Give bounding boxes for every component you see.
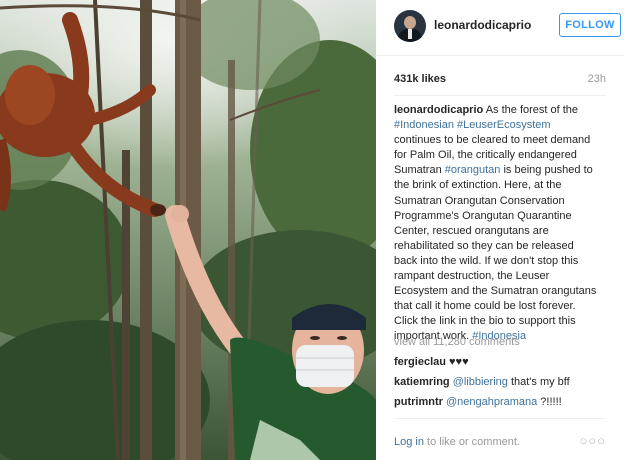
caption-line: continues to be cleared to meet demand — [394, 134, 591, 147]
comment: katiemring @libbiering that's my bff — [394, 376, 570, 388]
post-caption: leonardodicaprio As the forest of the #I… — [394, 103, 606, 345]
hashtag-link[interactable]: #LeuserEcosystem — [457, 119, 551, 131]
likes-count[interactable]: 431k likes — [394, 73, 446, 85]
caption-line: Programme's Orangutan Quarantine — [394, 209, 572, 222]
comment-username[interactable]: putrimntr — [394, 396, 443, 408]
comment-mention[interactable]: @libbiering — [453, 376, 508, 388]
caption-line: back into the wild. If we don't stop thi… — [394, 254, 579, 267]
more-options-icon[interactable]: ○○○ — [579, 433, 606, 448]
comment-username[interactable]: fergieclau — [394, 356, 446, 368]
post-header: leonardodicaprio FOLLOW — [376, 0, 624, 56]
comment: putrimntr @nengahpramana ?!!!!! — [394, 396, 562, 408]
profile-username[interactable]: leonardodicaprio — [434, 18, 531, 32]
caption-line: #Indonesian #LeuserEcosystem — [394, 118, 606, 133]
caption-line: leonardodicaprio As the forest of the — [394, 103, 606, 118]
caption-line: the brink of extinction. Here, at the — [394, 179, 562, 192]
comment-text: that's my bff — [507, 376, 570, 388]
post-photo[interactable] — [0, 0, 376, 460]
follow-button[interactable]: FOLLOW — [559, 13, 621, 37]
caption-line: Center, rescued orangutans are — [394, 224, 549, 237]
caption-username[interactable]: leonardodicaprio — [394, 104, 483, 116]
view-all-comments-link[interactable]: view all 11,280 comments — [394, 336, 520, 348]
post-timestamp[interactable]: 23h — [588, 73, 606, 85]
caption-line: Sumatran Orangutan Conservation — [394, 194, 565, 207]
login-link[interactable]: Log in — [394, 436, 424, 448]
caption-line: that call it home could be lost forever. — [394, 300, 576, 313]
caption-line: Ecosystem and the Sumatran orangutans — [394, 285, 597, 298]
hashtag-link[interactable]: #Indonesian — [394, 119, 454, 131]
comment-username[interactable]: katiemring — [394, 376, 450, 388]
post-sidebar: leonardodicaprio FOLLOW 431k likes 23h l… — [376, 0, 624, 460]
jungle-photo-illustration — [0, 0, 376, 460]
caption-line: for Palm Oil, the critically endangered — [394, 149, 577, 162]
comment-mention[interactable]: @nengahpramana — [446, 396, 537, 408]
login-prompt: Log in to like or comment. — [394, 436, 520, 448]
comment: fergieclau ♥♥♥ — [394, 356, 469, 368]
avatar[interactable] — [394, 10, 426, 42]
avatar-face — [404, 16, 416, 29]
avatar-shirt — [408, 29, 412, 39]
caption-line: Click the link in the bio to support thi… — [394, 315, 576, 328]
comment-text: ♥♥♥ — [445, 356, 469, 368]
post-stats: 431k likes 23h — [394, 56, 606, 96]
comment-text: ?!!!!! — [537, 396, 562, 408]
caption-line: rehabilitated so they can be released — [394, 239, 574, 252]
caption-line: Sumatran #orangutan is being pushed to — [394, 164, 593, 177]
instagram-post: leonardodicaprio FOLLOW 431k likes 23h l… — [0, 0, 624, 460]
hashtag-link[interactable]: #orangutan — [445, 164, 501, 176]
caption-line: rampant destruction, the Leuser — [394, 270, 550, 283]
caption-text: As the forest of the — [483, 104, 579, 116]
post-footer: Log in to like or comment. ○○○ — [394, 418, 606, 460]
login-prompt-text: to like or comment. — [423, 436, 520, 448]
